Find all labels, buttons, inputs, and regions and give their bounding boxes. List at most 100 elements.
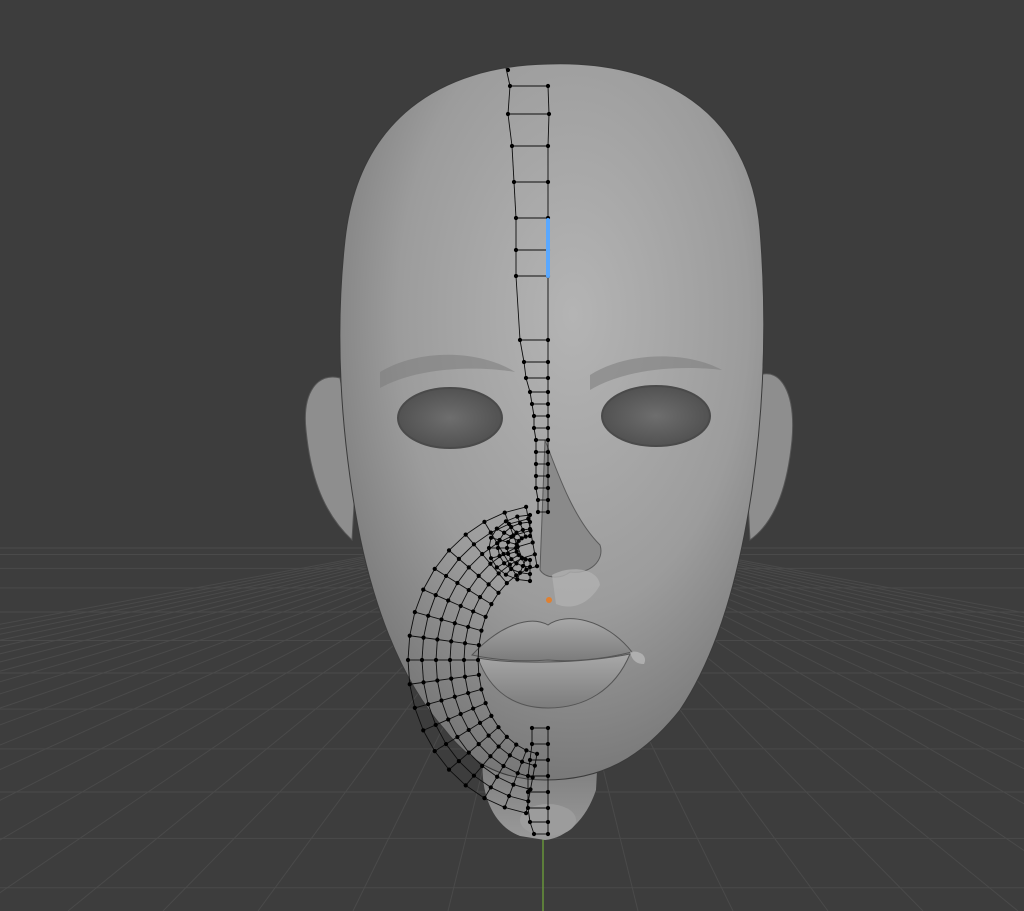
vertex[interactable]: [515, 771, 520, 776]
vertex[interactable]: [518, 570, 523, 575]
vertex[interactable]: [514, 561, 519, 566]
viewport-canvas[interactable]: [0, 0, 1024, 911]
vertex[interactable]: [545, 425, 551, 431]
vertex[interactable]: [471, 609, 476, 614]
vertex[interactable]: [489, 602, 494, 607]
vertex[interactable]: [518, 521, 523, 526]
vertex[interactable]: [488, 556, 494, 561]
vertex[interactable]: [449, 676, 454, 681]
vertex[interactable]: [480, 551, 485, 557]
vertex[interactable]: [412, 610, 417, 615]
vertex[interactable]: [488, 561, 493, 566]
vertex[interactable]: [421, 728, 426, 733]
vertex[interactable]: [435, 637, 440, 642]
vertex[interactable]: [545, 359, 551, 365]
vertex[interactable]: [407, 633, 412, 638]
vertex[interactable]: [545, 509, 551, 515]
vertex[interactable]: [513, 545, 519, 551]
vertex[interactable]: [480, 763, 485, 769]
vertex[interactable]: [443, 741, 449, 747]
vertex[interactable]: [545, 375, 551, 381]
vertex[interactable]: [509, 524, 514, 530]
vertex[interactable]: [509, 534, 514, 539]
vertex[interactable]: [514, 530, 519, 535]
vertex[interactable]: [502, 510, 507, 515]
vertex[interactable]: [461, 657, 467, 663]
vertex[interactable]: [432, 749, 437, 754]
vertex[interactable]: [497, 537, 502, 543]
vertex[interactable]: [529, 725, 535, 731]
vertex[interactable]: [505, 111, 511, 117]
vertex[interactable]: [534, 751, 540, 756]
vertex[interactable]: [489, 713, 494, 718]
vertex[interactable]: [479, 687, 484, 692]
vertex[interactable]: [419, 657, 425, 663]
vertex[interactable]: [527, 564, 533, 570]
vertex[interactable]: [545, 819, 551, 825]
vertex[interactable]: [466, 750, 471, 755]
vertex[interactable]: [433, 657, 439, 663]
vertex[interactable]: [421, 587, 426, 592]
vertex[interactable]: [496, 744, 501, 749]
vertex[interactable]: [421, 635, 426, 640]
vertex[interactable]: [535, 497, 541, 503]
vertex[interactable]: [529, 401, 535, 407]
vertex[interactable]: [517, 337, 523, 343]
vertex[interactable]: [531, 413, 537, 419]
vertex[interactable]: [525, 789, 531, 795]
vertex[interactable]: [545, 389, 551, 395]
vertex[interactable]: [462, 674, 468, 679]
vertex[interactable]: [523, 534, 528, 539]
vertex[interactable]: [462, 641, 468, 646]
vertex[interactable]: [466, 565, 471, 570]
vertex[interactable]: [476, 573, 481, 578]
vertex[interactable]: [476, 672, 481, 677]
vertex[interactable]: [524, 567, 529, 572]
vertex[interactable]: [426, 702, 431, 707]
vertex[interactable]: [545, 143, 551, 149]
vertex[interactable]: [514, 573, 519, 578]
vertex[interactable]: [520, 563, 525, 569]
vertex[interactable]: [477, 720, 483, 725]
vertex[interactable]: [439, 698, 444, 703]
vertex[interactable]: [435, 678, 440, 683]
vertex[interactable]: [507, 753, 512, 758]
vertex[interactable]: [545, 437, 551, 443]
vertex[interactable]: [432, 566, 437, 571]
vertex[interactable]: [488, 785, 493, 790]
vertex[interactable]: [527, 557, 533, 563]
vertex[interactable]: [511, 782, 516, 787]
vertex[interactable]: [533, 437, 539, 443]
vertex[interactable]: [529, 741, 535, 747]
vertex[interactable]: [496, 590, 501, 595]
vertex[interactable]: [504, 581, 509, 586]
vertex[interactable]: [545, 179, 551, 185]
vertex[interactable]: [534, 564, 540, 569]
vertex[interactable]: [545, 83, 551, 89]
vertex[interactable]: [545, 789, 551, 795]
vertex[interactable]: [483, 614, 488, 619]
vertex[interactable]: [523, 557, 528, 562]
vertex[interactable]: [482, 519, 487, 524]
vertex[interactable]: [531, 425, 537, 431]
vertex[interactable]: [471, 542, 477, 547]
vertex[interactable]: [449, 639, 454, 644]
vertex[interactable]: [486, 545, 492, 551]
vertex[interactable]: [533, 473, 539, 479]
vertex[interactable]: [443, 573, 449, 579]
vertex[interactable]: [506, 540, 511, 545]
vertex[interactable]: [532, 763, 537, 768]
vertex[interactable]: [545, 831, 551, 837]
vertex[interactable]: [523, 810, 529, 816]
vertex[interactable]: [545, 741, 551, 747]
vertex[interactable]: [482, 796, 487, 801]
vertex[interactable]: [515, 577, 520, 582]
vertex[interactable]: [527, 389, 533, 395]
vertex[interactable]: [446, 548, 452, 553]
vertex[interactable]: [476, 643, 481, 648]
vertex[interactable]: [496, 725, 501, 730]
vertex[interactable]: [426, 613, 431, 618]
vertex[interactable]: [545, 497, 551, 503]
vertex[interactable]: [458, 711, 463, 717]
vertex[interactable]: [447, 657, 453, 663]
